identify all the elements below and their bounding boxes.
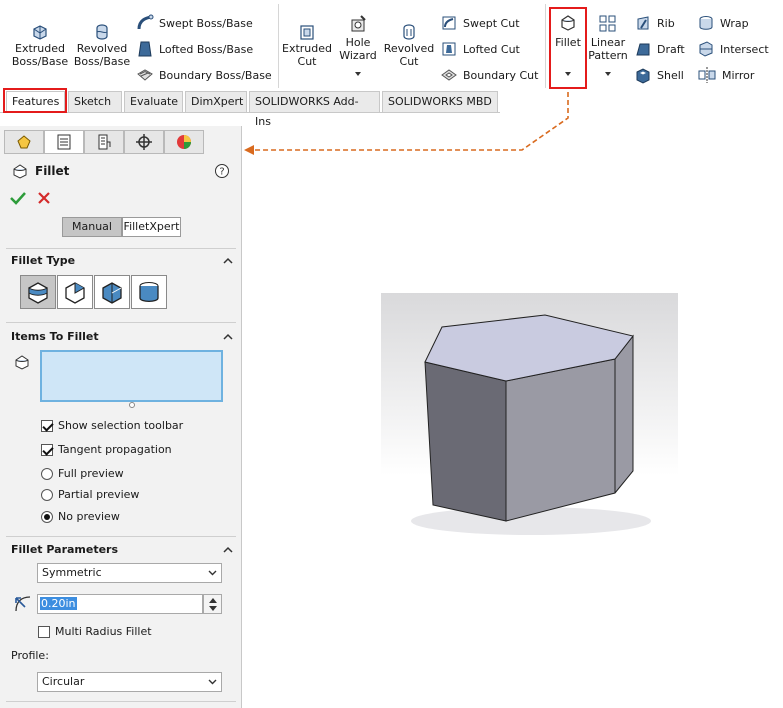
section-divider	[6, 536, 236, 537]
full-round-fillet-icon	[139, 282, 159, 303]
partial-preview-label: Partial preview	[58, 488, 140, 501]
ok-check-icon[interactable]	[10, 191, 26, 205]
show-selection-toolbar-option[interactable]: Show selection toolbar	[41, 419, 183, 432]
items-to-fillet-selection-box[interactable]	[40, 350, 223, 402]
symmetric-dropdown-value: Symmetric	[42, 566, 102, 579]
no-preview-option[interactable]: No preview	[41, 510, 120, 523]
tab-dimxpert-manager[interactable]	[124, 130, 164, 154]
configuration-manager-icon	[98, 134, 111, 150]
tab-configuration-manager[interactable]	[84, 130, 124, 154]
multi-radius-fillet-label: Multi Radius Fillet	[55, 625, 152, 638]
hexagonal-prism-model[interactable]	[381, 293, 678, 554]
tab-property-manager[interactable]	[44, 130, 84, 154]
display-manager-icon	[177, 135, 191, 149]
full-preview-radio[interactable]	[41, 467, 53, 480]
manual-mode-button[interactable]: Manual	[62, 217, 122, 237]
fillet-type-header: Fillet Type	[11, 254, 76, 267]
fillet-parameters-header: Fillet Parameters	[11, 543, 119, 556]
section-divider	[6, 248, 236, 249]
radius-icon	[15, 596, 31, 612]
cancel-x-icon[interactable]	[37, 191, 51, 205]
feature-manager-icon	[17, 135, 31, 149]
show-selection-toolbar-checkbox[interactable]	[41, 419, 53, 432]
profile-label: Profile:	[11, 649, 49, 662]
spin-up-icon[interactable]	[209, 597, 217, 603]
tab-feature-manager[interactable]	[4, 130, 44, 154]
section-divider	[6, 701, 236, 702]
collapse-caret-icon[interactable]	[223, 332, 233, 342]
help-icon[interactable]: ?	[214, 163, 230, 179]
collapse-caret-icon[interactable]	[223, 256, 233, 266]
svg-text:?: ?	[219, 167, 224, 178]
symmetric-dropdown[interactable]: Symmetric	[37, 563, 222, 583]
multi-radius-fillet-option[interactable]: Multi Radius Fillet	[38, 625, 152, 638]
no-preview-label: No preview	[58, 510, 120, 523]
collapse-caret-icon[interactable]	[223, 545, 233, 555]
resize-handle[interactable]	[129, 402, 135, 408]
fillet-type-constant-size[interactable]	[20, 275, 56, 309]
show-selection-toolbar-label: Show selection toolbar	[58, 419, 184, 432]
partial-preview-option[interactable]: Partial preview	[41, 488, 139, 501]
fillet-icon	[13, 164, 27, 179]
radius-input-value: 0.20in	[40, 597, 77, 610]
section-divider	[6, 322, 236, 323]
hex-left-face	[424, 361, 507, 522]
full-preview-option[interactable]: Full preview	[41, 467, 124, 480]
full-preview-label: Full preview	[58, 467, 124, 480]
fillet-property-manager: Fillet ? Manual FilletXpert Fillet Type …	[0, 126, 242, 708]
crosshair-icon	[136, 134, 152, 150]
partial-preview-radio[interactable]	[41, 488, 53, 501]
fillet-type-full-round[interactable]	[131, 275, 167, 309]
radius-input[interactable]: 0.20in	[37, 594, 203, 614]
panel-title: Fillet	[35, 164, 70, 178]
items-to-fillet-header: Items To Fillet	[11, 330, 99, 343]
spin-down-icon[interactable]	[209, 606, 217, 612]
face-fillet-icon	[102, 282, 122, 304]
tab-display-manager[interactable]	[164, 130, 204, 154]
chevron-down-icon	[208, 679, 217, 685]
filletxpert-mode-button[interactable]: FilletXpert	[122, 217, 181, 237]
chevron-down-icon	[208, 570, 217, 576]
tangent-propagation-checkbox[interactable]	[41, 443, 53, 456]
multi-radius-fillet-checkbox[interactable]	[38, 625, 50, 638]
no-preview-radio[interactable]	[41, 510, 53, 523]
profile-dropdown[interactable]: Circular	[37, 672, 222, 692]
variable-size-fillet-icon	[65, 282, 85, 304]
edge-selection-icon	[15, 355, 29, 370]
profile-dropdown-value: Circular	[42, 675, 85, 688]
graphics-viewport[interactable]	[381, 293, 678, 554]
tangent-propagation-label: Tangent propagation	[58, 443, 172, 456]
radius-spinner[interactable]	[203, 594, 222, 614]
fillet-type-face[interactable]	[94, 275, 130, 309]
fillet-type-variable-size[interactable]	[57, 275, 93, 309]
tangent-propagation-option[interactable]: Tangent propagation	[41, 443, 172, 456]
property-manager-icon	[57, 134, 71, 150]
constant-size-fillet-icon	[28, 282, 48, 304]
